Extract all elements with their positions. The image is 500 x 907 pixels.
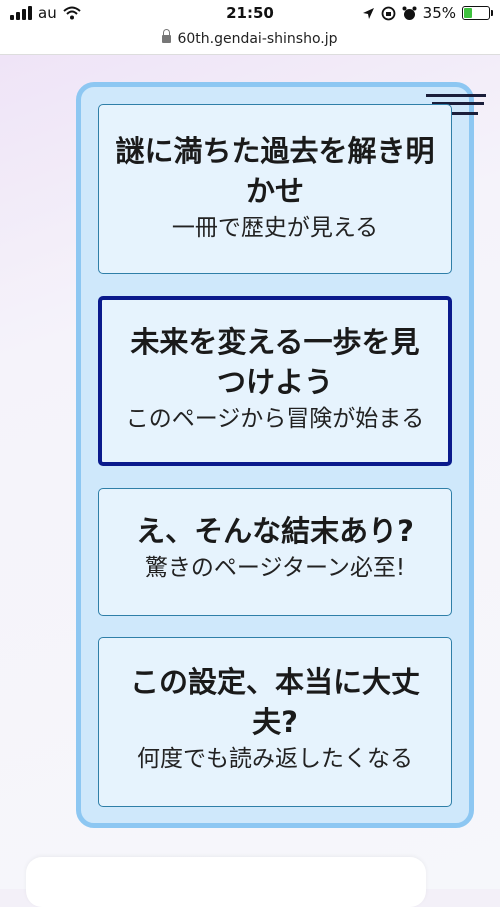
alarm-icon [402,6,417,20]
card-title: この設定、本当に大丈夫? [129,665,420,739]
card-subtitle: 驚きのページターン必至! [144,555,406,581]
menu-card-4[interactable]: この設定、本当に大丈夫? 何度でも読み返したくなる [98,637,452,807]
card-title: え、そんな結末あり? [136,514,414,548]
battery-fill [464,8,473,18]
battery-percent: 35% [422,4,456,22]
card-title: 謎に満ちた過去を解き明かせ [115,134,435,208]
lock-icon [162,29,172,43]
url-bar[interactable]: 60th.gendai-shinsho.jp [0,28,500,55]
card-title: 未来を変える一歩を見つけよう [130,325,420,399]
status-right: 35% [362,4,493,22]
menu-card-3[interactable]: え、そんな結末あり? 驚きのページターン必至! [98,488,452,616]
rotation-lock-icon [381,6,396,20]
status-bar: au 21:50 35% [0,0,500,28]
menu-card-2[interactable]: 未来を変える一歩を見つけよう このページから冒険が始まる [98,296,452,466]
card-subtitle: 何度でも読み返したくなる [137,746,413,772]
card-subtitle: 一冊で歴史が見える [171,215,379,241]
card-subtitle: このページから冒険が始まる [125,406,425,432]
url-text: 60th.gendai-shinsho.jp [177,31,338,47]
battery-icon [462,6,493,20]
menu-card-1[interactable]: 謎に満ちた過去を解き明かせ 一冊で歴史が見える [98,104,452,274]
content-card-peek [26,857,426,907]
location-arrow-icon [362,7,374,19]
